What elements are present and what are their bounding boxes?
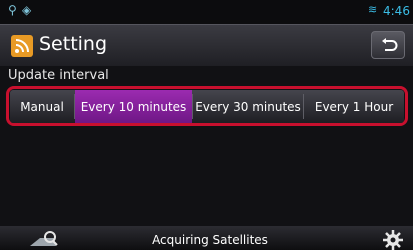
option-every-10-minutes[interactable]: Every 10 minutes bbox=[75, 90, 192, 123]
title-bar: Setting bbox=[0, 24, 413, 66]
option-every-1-hour[interactable]: Every 1 Hour bbox=[304, 90, 404, 123]
gear-icon bbox=[383, 230, 403, 250]
interval-options: Manual Every 10 minutes Every 30 minutes… bbox=[10, 90, 404, 123]
app-icon bbox=[11, 35, 33, 57]
navigation-search-button[interactable] bbox=[20, 228, 66, 250]
status-bar: ⚲ ◈ ≋ 4:46 bbox=[0, 0, 413, 24]
usb-icon: ⚲ bbox=[8, 3, 17, 17]
map-search-icon bbox=[30, 231, 58, 246]
status-message: Acquiring Satellites bbox=[152, 233, 268, 247]
option-manual[interactable]: Manual bbox=[10, 90, 74, 123]
wifi-icon: ≋ bbox=[368, 3, 378, 16]
gps-icon: ◈ bbox=[22, 3, 32, 17]
bottom-bar: Acquiring Satellites bbox=[0, 226, 413, 250]
back-arrow-icon bbox=[382, 38, 398, 51]
page-title: Setting bbox=[39, 33, 108, 55]
back-button[interactable] bbox=[371, 31, 405, 59]
clock: 4:46 bbox=[383, 4, 410, 18]
settings-button[interactable] bbox=[369, 228, 409, 250]
section-label: Update interval bbox=[8, 68, 109, 83]
option-every-30-minutes[interactable]: Every 30 minutes bbox=[193, 90, 303, 123]
